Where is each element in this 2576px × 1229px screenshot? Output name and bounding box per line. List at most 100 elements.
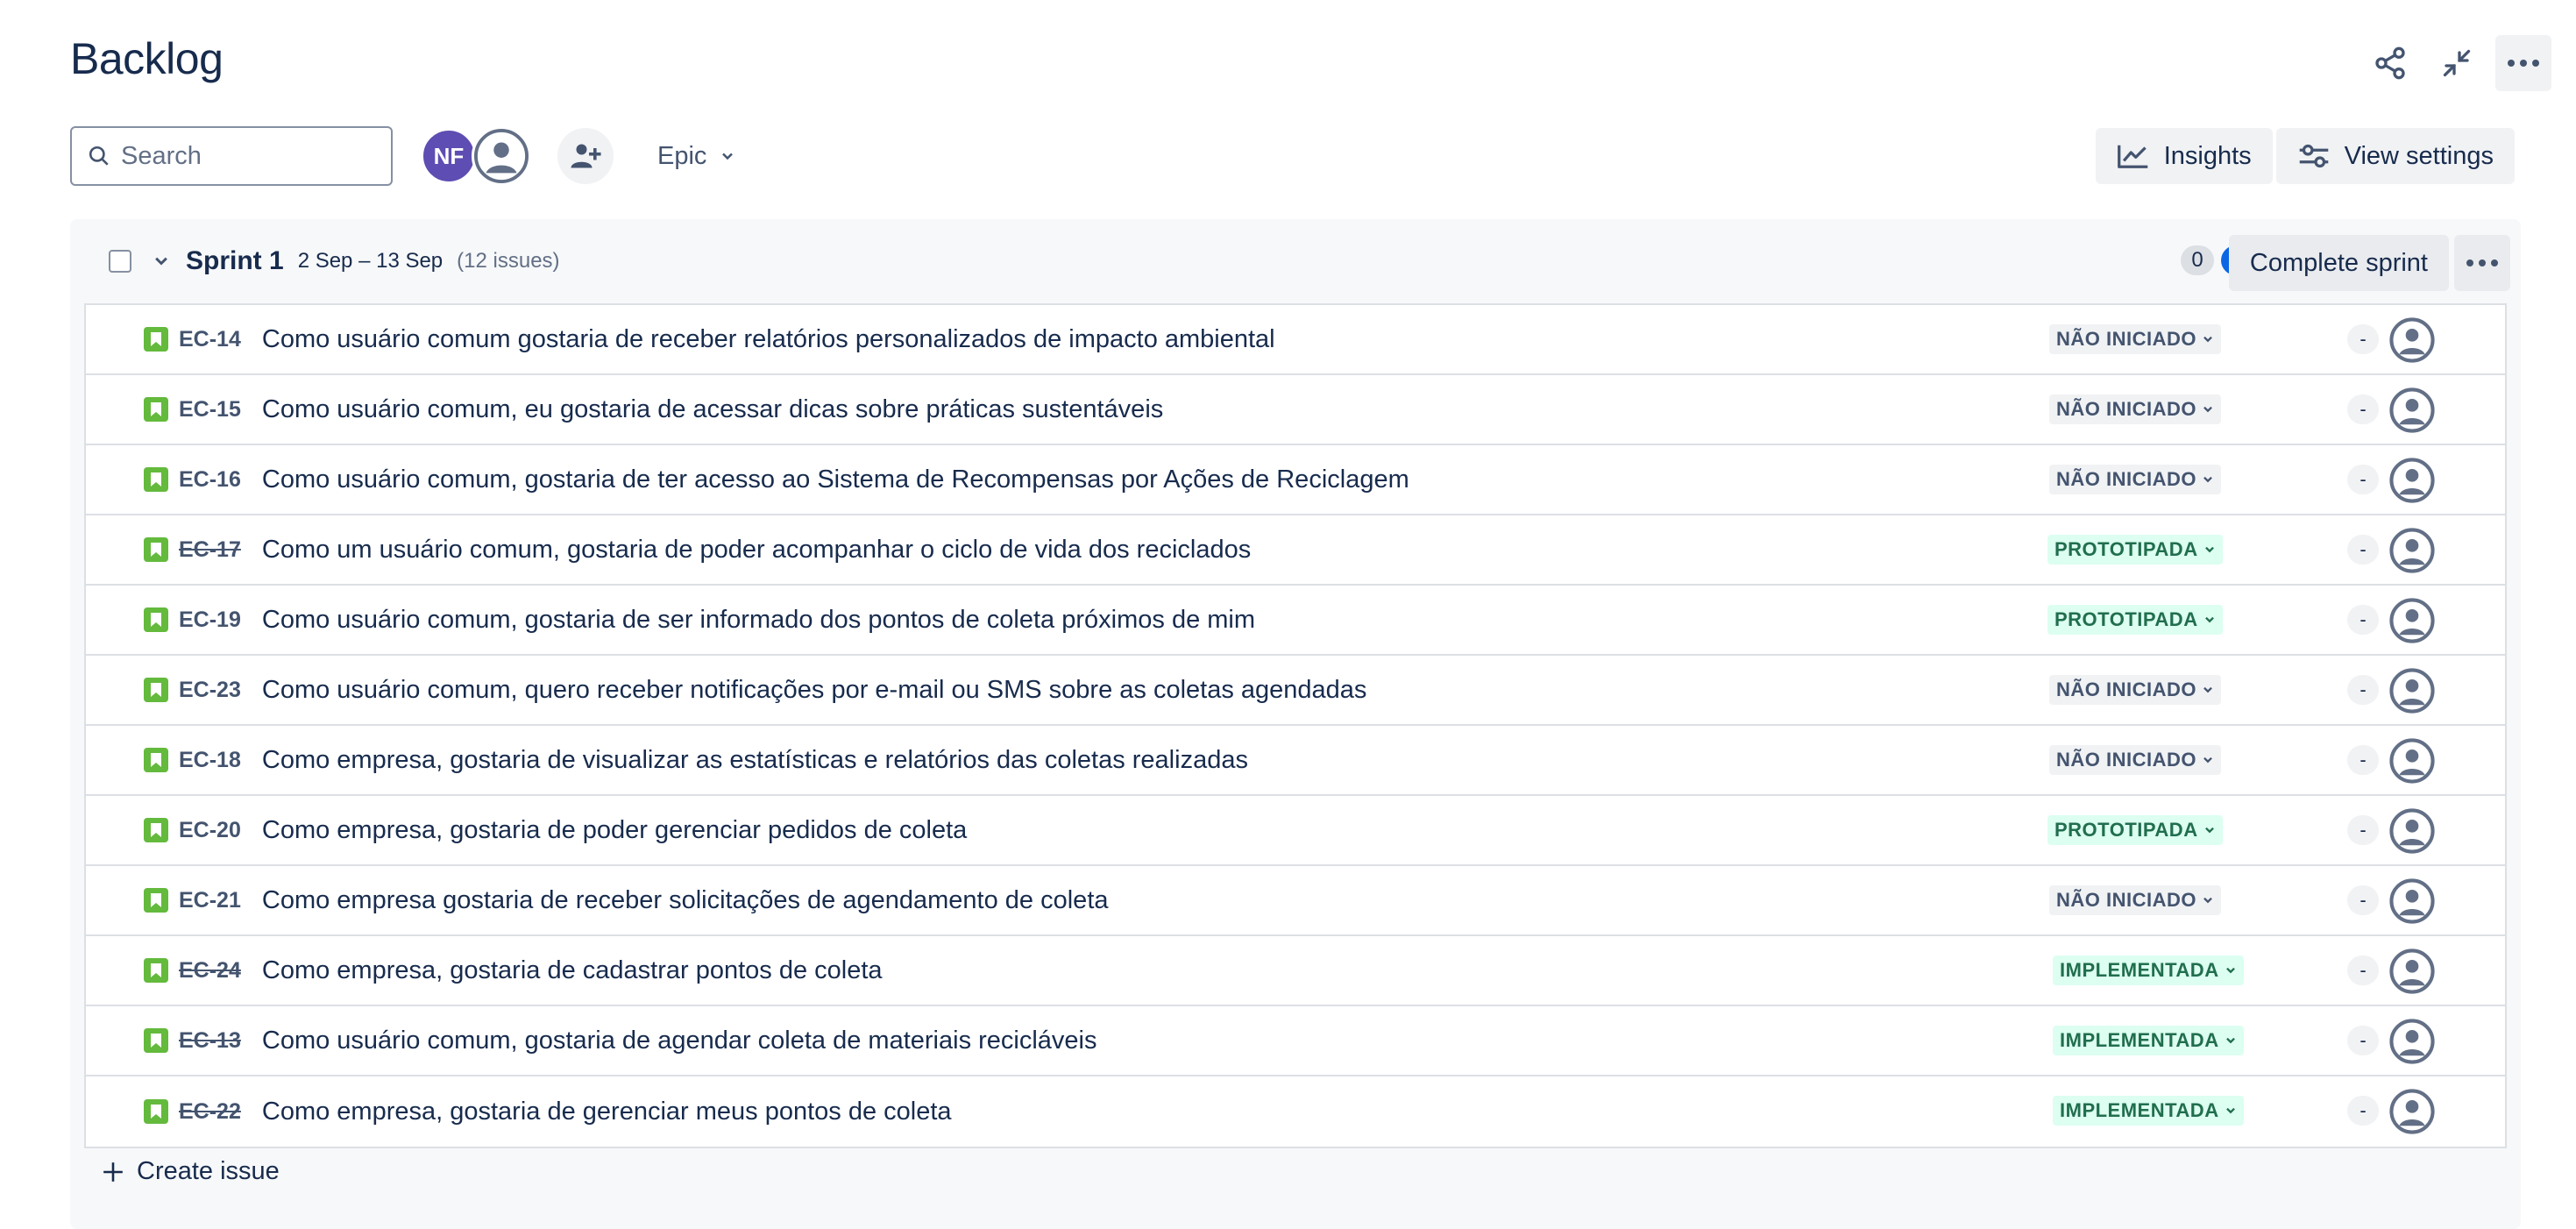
status-dropdown[interactable]: PROTOTIPADA [2047,535,2223,565]
status-dropdown[interactable]: IMPLEMENTADA [2053,1026,2244,1055]
page-title: Backlog [70,34,224,83]
issue-row[interactable]: EC-16 Como usuário comum, gostaria de ter… [86,445,2505,515]
issue-summary[interactable]: Como empresa, gostaria de poder gerencia… [262,816,967,845]
story-points-badge[interactable]: - [2347,1026,2379,1055]
status-dropdown[interactable]: NÃO INICIADO [2049,675,2221,705]
avatar-unassigned[interactable] [472,126,531,186]
status-dropdown[interactable]: NÃO INICIADO [2049,885,2221,915]
create-issue-button[interactable]: Create issue [102,1157,280,1186]
issue-summary[interactable]: Como empresa gostaria de receber solicit… [262,886,1109,915]
status-dropdown[interactable]: NÃO INICIADO [2049,465,2221,494]
status-dropdown[interactable]: PROTOTIPADA [2047,605,2223,635]
assignee-avatar[interactable] [2389,1019,2435,1064]
issue-key[interactable]: EC-14 [179,327,241,352]
issue-key[interactable]: EC-13 [179,1028,241,1054]
story-points-badge[interactable]: - [2347,605,2379,635]
chevron-down-icon [155,257,167,266]
story-points-badge[interactable]: - [2347,465,2379,494]
assignee-avatar[interactable] [2389,1089,2435,1134]
issue-summary[interactable]: Como usuário comum, quero receber notifi… [262,676,1367,705]
issue-key[interactable]: EC-23 [179,678,241,703]
sprint-select-checkbox[interactable] [109,250,131,273]
story-points-badge[interactable]: - [2347,394,2379,424]
status-dropdown[interactable]: NÃO INICIADO [2049,394,2221,424]
assignee-avatar[interactable] [2389,878,2435,924]
status-dropdown[interactable]: PROTOTIPADA [2047,815,2223,845]
issue-row[interactable]: EC-21 Como empresa gostaria de receber so… [86,866,2505,936]
status-dropdown[interactable]: IMPLEMENTADA [2053,1096,2244,1126]
assignee-avatar[interactable] [2389,948,2435,994]
user-icon [474,129,529,183]
sprint-more-button[interactable] [2454,235,2510,291]
issue-key[interactable]: EC-17 [179,537,241,563]
search-field[interactable] [70,126,393,186]
search-input[interactable] [121,141,366,171]
story-points-badge[interactable]: - [2347,1096,2379,1126]
issue-summary[interactable]: Como um usuário comum, gostaria de poder… [262,536,1251,565]
issue-summary[interactable]: Como usuário comum gostaria de receber r… [262,325,1275,354]
issue-row[interactable]: EC-13 Como usuário comum, gostaria de age… [86,1006,2505,1076]
status-label: NÃO INICIADO [2056,328,2196,350]
issue-key[interactable]: EC-18 [179,748,241,773]
chevron-down-icon [2225,967,2235,974]
issue-summary[interactable]: Como usuário comum, gostaria de agendar … [262,1027,1097,1055]
assignee-avatar[interactable] [2389,317,2435,363]
story-points-badge[interactable]: - [2347,885,2379,915]
complete-sprint-button[interactable]: Complete sprint [2228,235,2449,291]
issue-key[interactable]: EC-15 [179,397,241,423]
user-icon [2389,808,2435,854]
assignee-avatar[interactable] [2389,668,2435,714]
story-points-badge[interactable]: - [2347,955,2379,985]
insights-button[interactable]: Insights [2095,128,2273,184]
avatar-nf[interactable]: NF [421,128,477,184]
status-dropdown[interactable]: NÃO INICIADO [2049,324,2221,354]
issue-row[interactable]: EC-19 Como usuário comum, gostaria de ser… [86,586,2505,656]
epic-filter[interactable]: Epic [649,128,745,184]
epic-filter-label: Epic [657,141,707,170]
story-points-badge[interactable]: - [2347,815,2379,845]
status-dropdown[interactable]: NÃO INICIADO [2049,745,2221,775]
issue-key[interactable]: EC-19 [179,607,241,633]
assignee-avatar[interactable] [2389,387,2435,433]
insights-label: Insights [2163,141,2252,170]
issue-row[interactable]: EC-24 Como empresa, gostaria de cadastrar… [86,936,2505,1006]
issue-summary[interactable]: Como empresa, gostaria de cadastrar pont… [262,956,883,985]
issue-summary[interactable]: Como empresa, gostaria de visualizar as … [262,746,1248,775]
issue-row[interactable]: EC-18 Como empresa, gostaria de visualiza… [86,726,2505,796]
status-dropdown[interactable]: IMPLEMENTADA [2053,955,2244,985]
view-settings-button[interactable]: View settings [2275,128,2515,184]
assignee-avatar[interactable] [2389,598,2435,643]
chevron-down-icon [2203,336,2212,343]
issue-summary[interactable]: Como usuário comum, gostaria de ser info… [262,606,1255,635]
sprint-name[interactable]: Sprint 1 [186,246,284,276]
story-icon [144,888,168,913]
status-label: NÃO INICIADO [2056,749,2196,771]
add-people-button[interactable] [557,128,614,184]
minimize-button[interactable] [2429,35,2485,91]
assignee-avatar[interactable] [2389,738,2435,784]
issue-key[interactable]: EC-16 [179,467,241,493]
issue-summary[interactable]: Como usuário comum, eu gostaria de acess… [262,395,1163,424]
issue-key[interactable]: EC-24 [179,958,241,984]
issue-key[interactable]: EC-22 [179,1099,241,1125]
more-actions-button[interactable] [2495,35,2551,91]
issue-key[interactable]: EC-21 [179,888,241,913]
issue-row[interactable]: EC-15 Como usuário comum, eu gostaria de … [86,375,2505,445]
issue-key[interactable]: EC-20 [179,818,241,843]
issue-row[interactable]: EC-14 Como usuário comum gostaria de rece… [86,305,2505,375]
assignee-avatar[interactable] [2389,458,2435,503]
story-points-badge[interactable]: - [2347,675,2379,705]
issue-summary[interactable]: Como usuário comum, gostaria de ter aces… [262,465,1409,494]
issue-row[interactable]: EC-20 Como empresa, gostaria de poder ger… [86,796,2505,866]
issue-row[interactable]: EC-23 Como usuário comum, quero receber n… [86,656,2505,726]
issue-row[interactable]: EC-22 Como empresa, gostaria de gerenciar… [86,1076,2505,1147]
sprint-collapse-toggle[interactable] [151,251,172,272]
story-points-badge[interactable]: - [2347,324,2379,354]
story-points-badge[interactable]: - [2347,535,2379,565]
assignee-avatar[interactable] [2389,808,2435,854]
issue-summary[interactable]: Como empresa, gostaria de gerenciar meus… [262,1098,952,1126]
share-button[interactable] [2362,35,2418,91]
story-points-badge[interactable]: - [2347,745,2379,775]
assignee-avatar[interactable] [2389,528,2435,573]
issue-row[interactable]: EC-17 Como um usuário comum, gostaria de … [86,515,2505,586]
